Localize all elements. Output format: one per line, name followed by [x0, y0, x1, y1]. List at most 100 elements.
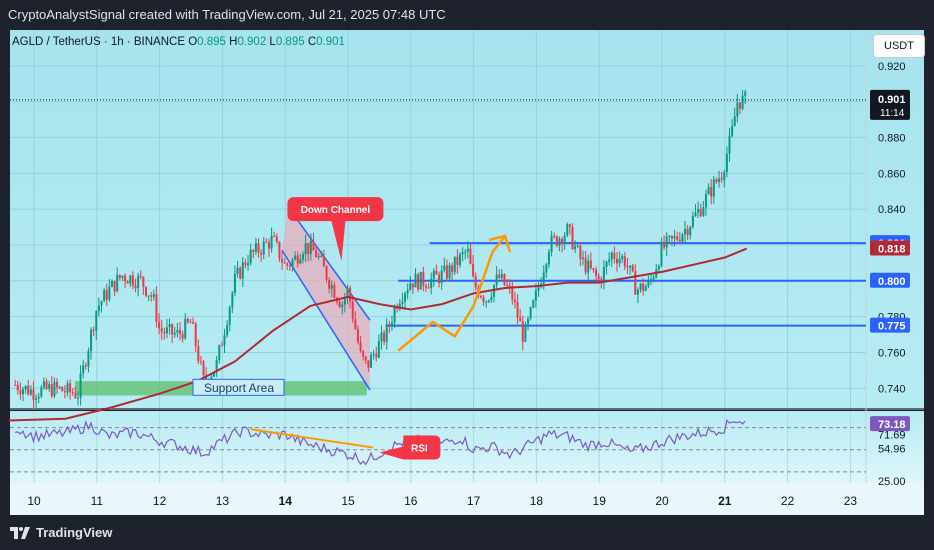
candle-body [513, 299, 516, 302]
candle-body [568, 224, 571, 227]
candle-body [236, 267, 239, 274]
time-axis-tick: 13 [216, 494, 230, 508]
candle-body [558, 238, 561, 246]
currency-button[interactable]: USDT [873, 34, 925, 58]
candle-body [610, 252, 613, 260]
support-area-label: Support Area [204, 381, 274, 395]
candle-body [349, 287, 352, 302]
time-axis-tick: 15 [341, 494, 355, 508]
candle-body [87, 350, 90, 367]
candle-body [199, 361, 202, 363]
candle-body [474, 276, 477, 288]
candle-body [181, 333, 184, 339]
candle-body [652, 277, 655, 280]
candle-body [424, 285, 427, 288]
candle-body [479, 296, 482, 298]
candle-body [163, 332, 166, 334]
candle-body [597, 275, 600, 279]
candle-body [689, 227, 692, 236]
time-axis-tick: 17 [467, 494, 481, 508]
close-value: 0.901 [316, 36, 345, 48]
candle-body [309, 240, 312, 254]
candle-body [281, 258, 284, 263]
candle-body [233, 273, 236, 293]
footer-bar: TradingView [0, 515, 934, 550]
candle-body [639, 283, 642, 290]
candle-body [710, 187, 713, 197]
candle-body [487, 300, 490, 302]
tradingview-logo-icon [10, 526, 30, 539]
candle-body [663, 241, 666, 248]
candle-body [29, 389, 32, 395]
candle-body [168, 324, 171, 328]
candle-body [380, 332, 383, 342]
candle-body [563, 235, 566, 244]
candle-body [595, 269, 598, 276]
candle-body [377, 341, 380, 358]
candle-body [503, 273, 506, 285]
candle-body [118, 274, 121, 278]
candle-body [116, 274, 119, 292]
candle-body [150, 295, 153, 297]
candle-body [605, 261, 608, 267]
candle-body [296, 255, 299, 264]
candle-body [142, 276, 145, 288]
candle-body [404, 293, 407, 302]
candle-body [626, 266, 629, 268]
candle-body [173, 332, 176, 335]
candle-body [315, 250, 318, 257]
candle-body [165, 327, 168, 334]
candle-body [668, 235, 671, 237]
current-price-label: 0.901 [878, 94, 906, 106]
candle-body [647, 280, 650, 287]
candle-body [152, 294, 155, 297]
candle-body [547, 251, 550, 265]
candle-body [267, 242, 270, 249]
candle-body [561, 238, 564, 244]
candle-body [16, 384, 19, 391]
candle-body [555, 236, 558, 246]
price-axis-tick: 0.840 [878, 204, 906, 216]
candle-body [485, 301, 488, 303]
candle-body [257, 243, 260, 253]
candle-body [409, 283, 412, 290]
candle-body [545, 264, 548, 273]
candle-body [333, 285, 336, 298]
candle-body [615, 258, 618, 264]
candle-body [74, 393, 77, 398]
open-value: 0.895 [197, 36, 226, 48]
time-axis-tick: 20 [655, 494, 669, 508]
candle-body [498, 274, 501, 278]
candle-body [704, 194, 707, 208]
candle-body [364, 356, 367, 361]
candle-body [516, 301, 519, 318]
candle-body [92, 329, 95, 331]
price-chart[interactable]: Down Channel Support Area 0.920 0.880 0.860 0… [0, 30, 934, 515]
candle-body [592, 268, 595, 270]
candle-body [744, 91, 747, 96]
candle-body [406, 289, 409, 294]
price-level-label: 0.775 [878, 321, 906, 333]
tradingview-brand-text: TradingView [36, 525, 113, 540]
candle-body [432, 270, 435, 279]
candle-body [367, 360, 370, 368]
candle-body [45, 381, 48, 389]
candle-body [24, 385, 27, 390]
candle-body [330, 285, 333, 289]
time-axis-tick: 21 [718, 494, 732, 508]
rsi-axis-tick: 25.00 [878, 476, 906, 488]
candle-body [71, 392, 74, 394]
candle-body [621, 256, 624, 260]
candle-body [304, 243, 307, 254]
candle-body [158, 321, 161, 329]
candle-body [354, 318, 357, 330]
price-panel [10, 30, 924, 408]
time-axis-tick: 19 [593, 494, 607, 508]
candle-body [362, 351, 365, 357]
candle-body [139, 275, 142, 277]
candle-body [453, 256, 456, 273]
candle-body [660, 241, 663, 267]
candle-body [589, 260, 592, 269]
candle-body [35, 398, 38, 400]
candle-body [22, 389, 25, 395]
